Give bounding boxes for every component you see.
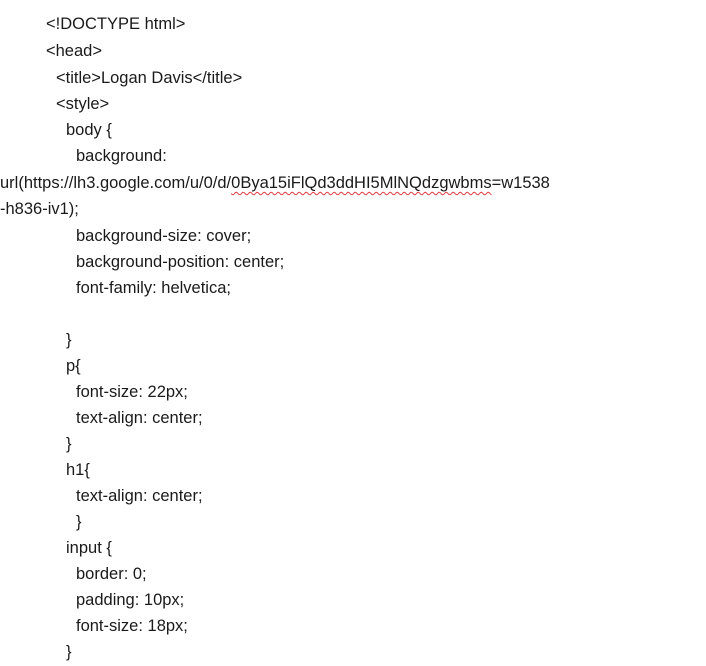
code-line: border: 0; [76, 565, 147, 583]
code-line: <head> [46, 42, 102, 60]
url-suffix: =w1538 [491, 174, 550, 192]
code-line: } [66, 435, 72, 453]
code-line: h1{ [66, 461, 90, 479]
code-line: font-size: 18px; [76, 617, 188, 635]
code-line: text-align: center; [76, 409, 203, 427]
code-line-url: url(https://lh3.google.com/u/0/d/0Bya15i… [0, 173, 550, 195]
code-line: text-align: center; [76, 487, 203, 505]
code-line: background-position: center; [76, 253, 285, 271]
code-line: } [66, 331, 72, 349]
misspelled-id-segment: 0Bya15iFlQd3ddHI5MlNQdzgwbms [231, 174, 492, 192]
code-line: input { [66, 539, 112, 557]
code-line: <!DOCTYPE html> [46, 15, 186, 33]
code-line: <title>Logan Davis</title> [56, 69, 243, 87]
url-prefix: url(https://lh3.google.com/u/0/d/ [0, 174, 232, 192]
code-line: background: [76, 147, 167, 165]
code-line: font-size: 22px; [76, 383, 188, 401]
code-line: body { [66, 121, 112, 139]
code-line: padding: 10px; [76, 591, 185, 609]
code-line: } [76, 513, 82, 531]
code-line: p{ [66, 357, 81, 375]
code-line: } [66, 643, 72, 661]
document-page: <!DOCTYPE html> <head> <title>Logan Davi… [0, 0, 706, 666]
code-line: background-size: cover; [76, 227, 252, 245]
code-line: -h836-iv1); [0, 200, 79, 218]
code-line: font-family: helvetica; [76, 279, 231, 297]
code-line: <style> [56, 95, 110, 113]
